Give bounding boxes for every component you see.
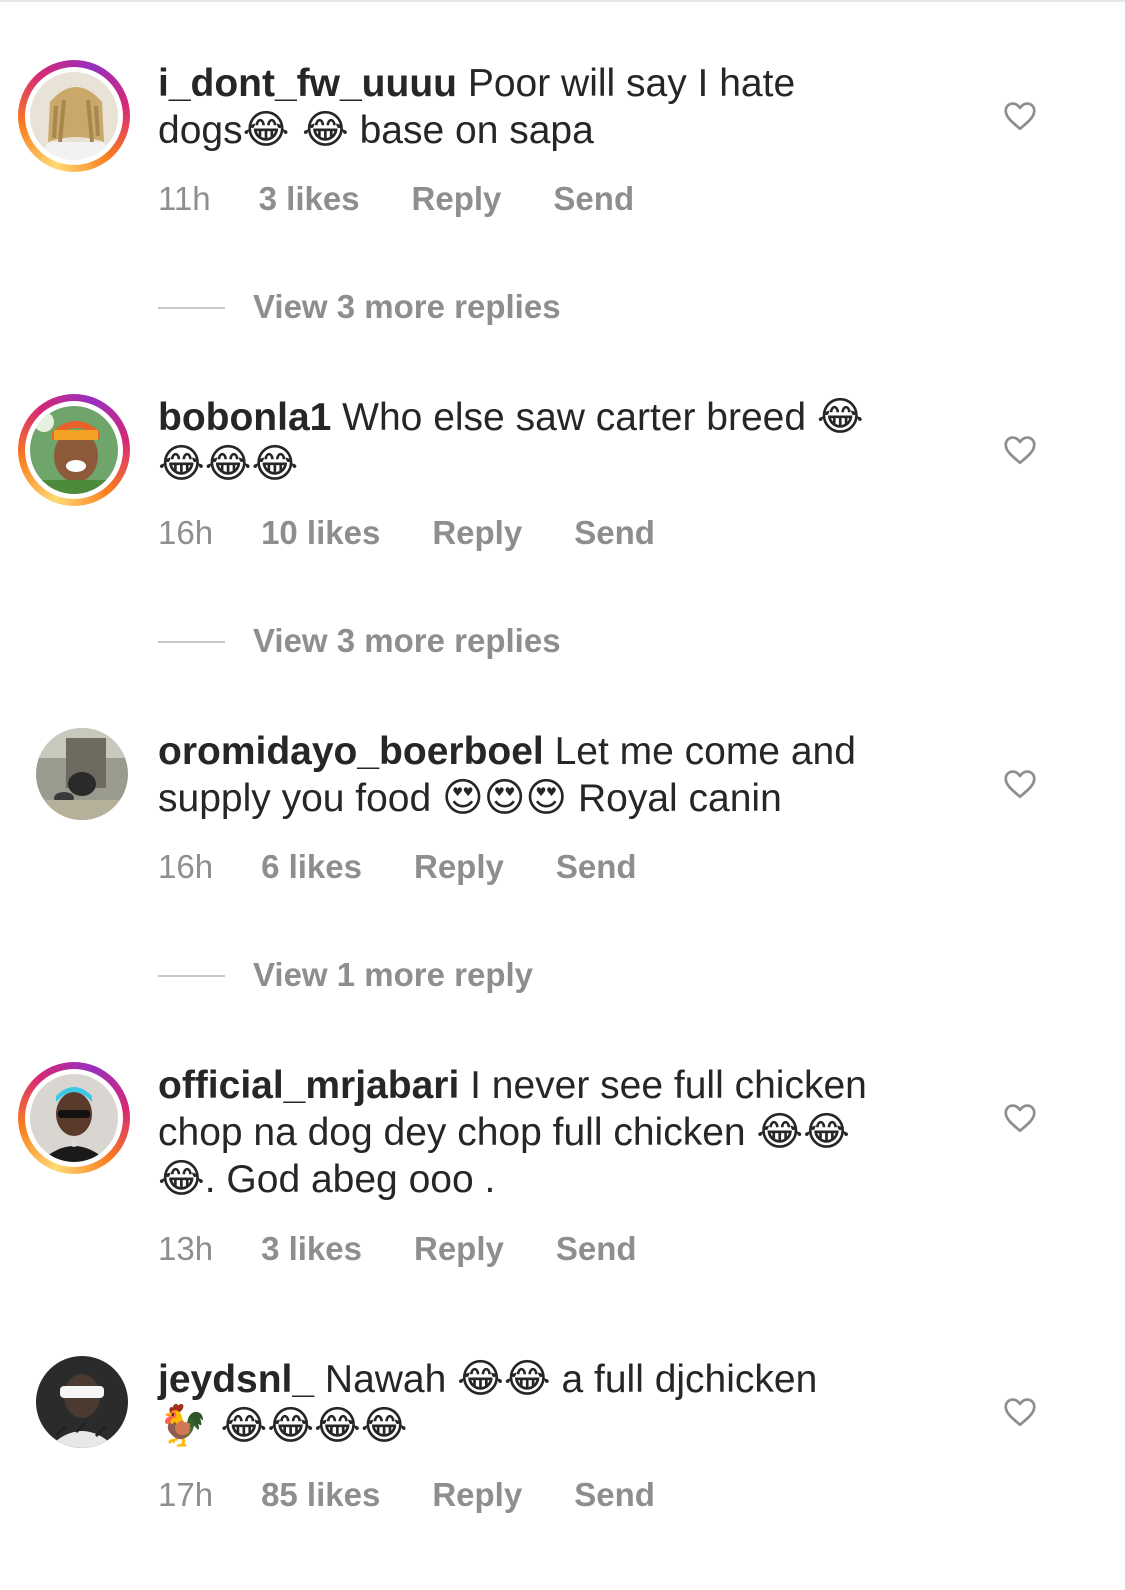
reply-button[interactable]: Reply	[432, 514, 522, 552]
comment-text: jeydsnl_ Nawah 😂😂 a full djchicken 🐓 😂😂😂…	[158, 1356, 958, 1450]
comment-meta: 17h 85 likes Reply Send	[158, 1476, 707, 1514]
heart-outline-icon[interactable]	[1002, 98, 1038, 134]
top-divider	[0, 0, 1125, 2]
send-button[interactable]: Send	[574, 1476, 655, 1514]
comment-time: 17h	[158, 1476, 214, 1513]
avatar	[30, 1074, 118, 1162]
comment-body: supply you food	[158, 777, 443, 820]
comment-body: Poor will say I hate	[456, 62, 796, 105]
emoji-laughing: 😂😂	[457, 1356, 551, 1402]
likes-count[interactable]: 10 likes	[261, 514, 380, 552]
send-button[interactable]: Send	[553, 180, 634, 218]
comment-body: a full djchicken	[550, 1358, 818, 1401]
comment-username[interactable]: bobonla1	[158, 396, 331, 439]
reply-button[interactable]: Reply	[432, 1476, 522, 1514]
view-replies-label[interactable]: View 1 more reply	[253, 956, 533, 994]
view-more-replies[interactable]: View 3 more replies	[158, 622, 858, 662]
comment-body: Nawah	[314, 1358, 458, 1401]
emoji-laughing: 😂😂	[756, 1109, 850, 1155]
send-button[interactable]: Send	[556, 1230, 637, 1268]
reply-button[interactable]: Reply	[414, 1230, 504, 1268]
replies-divider	[158, 307, 225, 309]
comment-meta: 11h 3 likes Reply Send	[158, 180, 686, 218]
comment-text: i_dont_fw_uuuu Poor will say I hate dogs…	[158, 60, 958, 154]
likes-count[interactable]: 85 likes	[261, 1476, 380, 1514]
comment-username[interactable]: official_mrjabari	[158, 1064, 459, 1107]
likes-count[interactable]: 3 likes	[259, 180, 360, 218]
heart-outline-icon[interactable]	[1002, 766, 1038, 802]
emoji-heart-eyes: 😍😍😍	[442, 775, 568, 821]
comment-body: dogs	[158, 109, 243, 152]
emoji-rooster-laughing: 🐓 😂😂😂😂	[158, 1403, 408, 1449]
view-more-replies[interactable]: View 3 more replies	[158, 288, 858, 328]
comment-text: oromidayo_boerboel Let me come and suppl…	[158, 728, 958, 822]
emoji-laughing: 😂	[158, 1156, 205, 1202]
comment-body: base on sapa	[348, 109, 594, 152]
avatar	[30, 72, 118, 160]
comment-username[interactable]: jeydsnl_	[158, 1358, 314, 1401]
comment-time: 11h	[158, 180, 211, 217]
send-button[interactable]: Send	[556, 848, 637, 886]
avatar-container[interactable]	[36, 1356, 128, 1448]
avatar	[36, 728, 128, 820]
avatar	[30, 406, 118, 494]
avatar-story-ring[interactable]	[18, 394, 130, 506]
comment-meta: 16h 6 likes Reply Send	[158, 848, 689, 886]
heart-outline-icon[interactable]	[1002, 1100, 1038, 1136]
comment-meta: 13h 3 likes Reply Send	[158, 1230, 689, 1268]
send-button[interactable]: Send	[574, 514, 655, 552]
view-replies-label[interactable]: View 3 more replies	[253, 288, 561, 326]
replies-divider	[158, 641, 225, 643]
comment-time: 13h	[158, 1230, 214, 1267]
reply-button[interactable]: Reply	[412, 180, 502, 218]
emoji-laughing: 😂	[816, 394, 864, 440]
heart-outline-icon[interactable]	[1002, 432, 1038, 468]
comment-body: I never see full chicken	[459, 1064, 867, 1107]
comment-body: chop na dog dey chop full chicken	[158, 1111, 757, 1154]
comment-body: Let me come and	[543, 730, 856, 773]
comment-username[interactable]: oromidayo_boerboel	[158, 730, 544, 773]
comment-username[interactable]: i_dont_fw_uuuu	[158, 62, 457, 105]
comment-text: official_mrjabari I never see full chick…	[158, 1062, 958, 1203]
replies-divider	[158, 975, 225, 977]
likes-count[interactable]: 6 likes	[261, 848, 362, 886]
view-replies-label[interactable]: View 3 more replies	[253, 622, 561, 660]
avatar-story-ring[interactable]	[18, 60, 130, 172]
comment-meta: 16h 10 likes Reply Send	[158, 514, 707, 552]
view-more-replies[interactable]: View 1 more reply	[158, 956, 858, 996]
comment-body: Royal canin	[567, 777, 782, 820]
avatar	[36, 1356, 128, 1448]
comment-text: bobonla1 Who else saw carter breed 😂 😂😂😂	[158, 394, 958, 488]
avatar-container[interactable]	[36, 728, 128, 820]
emoji-laughing: 😂 😂	[242, 107, 349, 153]
emoji-laughing: 😂😂😂	[158, 441, 299, 487]
comment-time: 16h	[158, 848, 214, 885]
comment-body: . God abeg ooo .	[204, 1158, 496, 1201]
reply-button[interactable]: Reply	[414, 848, 504, 886]
avatar-story-ring[interactable]	[18, 1062, 130, 1174]
likes-count[interactable]: 3 likes	[261, 1230, 362, 1268]
heart-outline-icon[interactable]	[1002, 1394, 1038, 1430]
comment-body: Who else saw carter breed	[331, 396, 817, 439]
comment-time: 16h	[158, 514, 214, 551]
